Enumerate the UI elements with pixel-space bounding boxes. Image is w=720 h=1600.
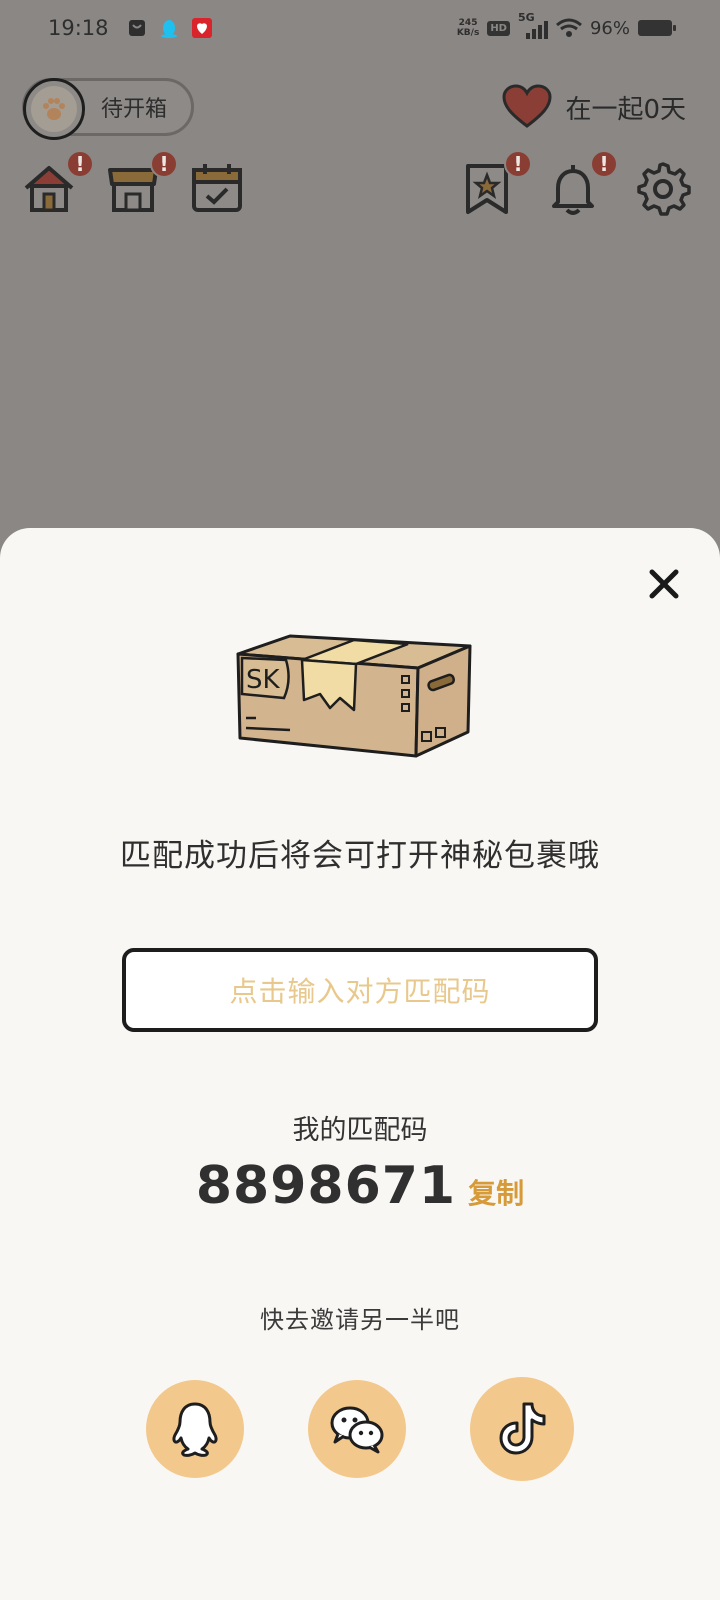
calendar-icon bbox=[192, 164, 242, 212]
home-button[interactable]: ! bbox=[20, 150, 94, 218]
badge: ! bbox=[66, 150, 94, 178]
qq-icon bbox=[172, 1402, 218, 1457]
match-hint: 匹配成功后将会可打开神秘包裹哦 bbox=[120, 838, 600, 874]
battery-percent: 96% bbox=[589, 17, 630, 39]
box-label: SK bbox=[246, 665, 281, 695]
bag-notification-icon bbox=[128, 20, 145, 36]
box-status-pill[interactable]: 待开箱 bbox=[22, 78, 194, 140]
net-speed: 245 KB/s bbox=[456, 18, 480, 38]
copy-button[interactable]: 复制 bbox=[468, 1172, 524, 1212]
badge: ! bbox=[590, 150, 618, 178]
mystery-package-illustration: SK bbox=[236, 634, 472, 758]
signal-icon: 5G bbox=[518, 11, 548, 39]
badge: ! bbox=[504, 150, 532, 178]
together-days[interactable]: 在一起0天 bbox=[501, 84, 686, 130]
my-match-code: 8898671 bbox=[195, 1156, 457, 1216]
pill-label: 待开箱 bbox=[101, 97, 168, 122]
share-qq-button[interactable] bbox=[146, 1380, 244, 1478]
invite-text: 快去邀请另一半吧 bbox=[260, 1306, 460, 1334]
status-app-icons bbox=[127, 17, 213, 39]
badge: ! bbox=[150, 150, 178, 178]
wifi-icon bbox=[556, 18, 582, 37]
heart-icon bbox=[502, 84, 552, 128]
match-bottom-sheet: SK 匹配成功后将会可打开神秘包裹哦 点击输入对方匹配码 我的匹配码 88986… bbox=[0, 528, 720, 1600]
tiktok-icon bbox=[499, 1402, 546, 1455]
status-time: 19:18 bbox=[48, 16, 109, 40]
favorites-button[interactable]: ! bbox=[458, 150, 532, 218]
wechat-icon bbox=[330, 1406, 384, 1454]
avatar[interactable] bbox=[23, 78, 85, 140]
battery-icon bbox=[638, 20, 676, 36]
close-icon bbox=[649, 569, 679, 599]
status-indicators: 245 KB/s HD 5G 96% bbox=[456, 11, 676, 39]
gear-icon bbox=[637, 162, 691, 216]
qq-notification-icon bbox=[160, 20, 177, 38]
notifications-button[interactable]: ! bbox=[544, 150, 618, 218]
hd-badge: HD bbox=[487, 20, 510, 36]
settings-button[interactable] bbox=[634, 160, 692, 218]
paw-icon bbox=[43, 98, 65, 120]
my-code-label: 我的匹配码 bbox=[292, 1115, 428, 1146]
status-bar: 19:18 245 KB/s HD 5G 96% bbox=[0, 0, 720, 56]
share-tiktok-button[interactable] bbox=[470, 1377, 574, 1481]
partner-code-input[interactable]: 点击输入对方匹配码 bbox=[122, 948, 598, 1032]
app-notification-icon bbox=[191, 18, 212, 38]
my-code-row: 8898671 复制 bbox=[0, 1156, 720, 1216]
together-text: 在一起0天 bbox=[565, 94, 686, 125]
share-wechat-button[interactable] bbox=[308, 1380, 406, 1478]
calendar-button[interactable] bbox=[188, 160, 246, 218]
shop-button[interactable]: ! bbox=[104, 150, 178, 218]
close-button[interactable] bbox=[646, 566, 682, 602]
